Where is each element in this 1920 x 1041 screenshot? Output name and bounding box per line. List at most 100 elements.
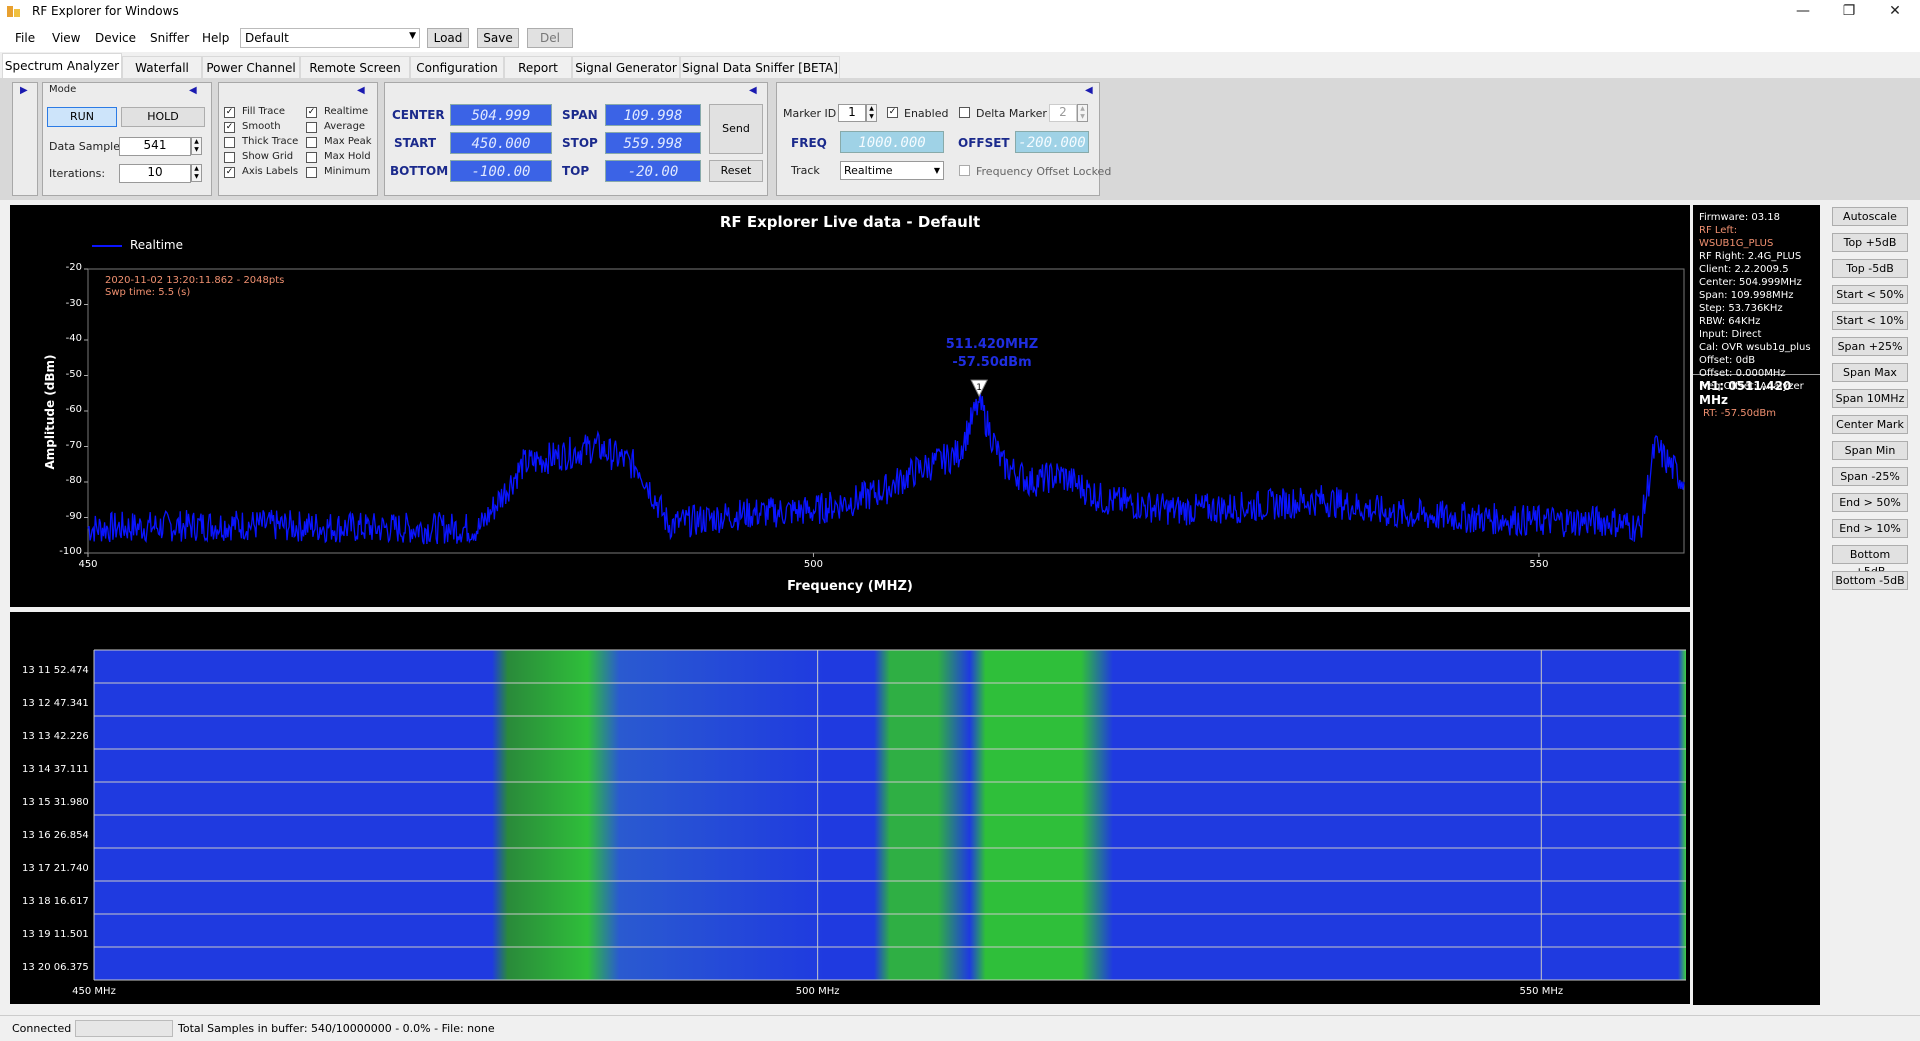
y-tick-label: -60 — [65, 404, 82, 415]
y-tick-label: -70 — [65, 439, 82, 451]
side-button[interactable]: Bottom -5dB — [1832, 571, 1908, 590]
side-button[interactable]: Autoscale — [1832, 207, 1908, 226]
waterfall-plot[interactable]: 13 11 52.474 13 12 47.341 13 13 42.226 13 1… — [10, 612, 1690, 1004]
expand-right-icon[interactable]: ▶ — [20, 85, 28, 96]
side-button[interactable]: Top +5dB — [1832, 233, 1908, 252]
track-select[interactable]: Realtime ▼ — [840, 161, 944, 180]
x-tick-label: 500 — [803, 559, 823, 570]
side-button[interactable]: Span 10MHz — [1832, 389, 1908, 408]
firmware-text: Firmware: 03.18 — [1699, 212, 1781, 223]
collapse-left-icon[interactable]: ◀ — [357, 85, 365, 96]
delta-marker-spinner[interactable]: ▲ ▼ — [1077, 104, 1088, 122]
trace-option-checkbox[interactable] — [224, 137, 235, 148]
tab-signal-generator[interactable]: Signal Generator — [572, 56, 680, 78]
start-label: START — [394, 136, 437, 150]
waterfall-time-label: 13 14 37.111 — [22, 763, 89, 775]
y-tick-label: -50 — [65, 368, 82, 380]
trace-option-label: Realtime — [324, 106, 369, 117]
trace-option-checkbox[interactable]: ✓ — [224, 167, 235, 178]
stop-label: STOP — [562, 136, 598, 150]
span-value[interactable]: 109.998 — [605, 104, 701, 126]
start-value[interactable]: 450.000 — [450, 132, 552, 154]
tab-signal-data-sniffer[interactable]: Signal Data Sniffer [BETA] — [680, 56, 840, 78]
cal-text: Cal: OVR wsub1g_plus — [1699, 342, 1811, 353]
profile-select[interactable]: Default ▼ — [240, 28, 420, 48]
delta-marker-id-input[interactable]: 2 — [1049, 104, 1077, 122]
side-button[interactable]: Span +25% — [1832, 337, 1908, 356]
trace-option-checkbox[interactable] — [306, 122, 317, 133]
collapse-left-icon[interactable]: ◀ — [749, 85, 757, 96]
marker-id-spinner[interactable]: ▲ ▼ — [866, 104, 877, 122]
side-button[interactable]: Start < 50% — [1832, 285, 1908, 304]
data-sample-spinner[interactable]: ▲ ▼ — [191, 137, 202, 155]
tab-spectrum-analyzer[interactable]: Spectrum Analyzer — [2, 53, 122, 79]
enabled-checkbox[interactable]: ✓ — [887, 107, 898, 118]
collapse-left-icon[interactable]: ◀ — [1085, 85, 1093, 96]
menu-help[interactable]: Help — [202, 31, 229, 45]
collapse-left-icon[interactable]: ◀ — [189, 85, 197, 96]
save-button[interactable]: Save — [477, 28, 519, 48]
menu-device[interactable]: Device — [95, 31, 136, 45]
legend-label: Realtime — [130, 238, 183, 252]
trace-option-checkbox[interactable]: ✓ — [224, 107, 235, 118]
trace-option-label: Show Grid — [242, 151, 294, 162]
delta-marker-checkbox[interactable] — [959, 107, 970, 118]
iterations-spinner[interactable]: ▲ ▼ — [191, 164, 202, 182]
reset-button[interactable]: Reset — [709, 160, 763, 182]
waterfall-time-label: 13 20 06.375 — [22, 961, 89, 973]
menu-file[interactable]: File — [15, 31, 35, 45]
side-button[interactable]: Start < 10% — [1832, 311, 1908, 330]
trace-option-checkbox[interactable] — [306, 152, 317, 163]
side-button[interactable]: End > 50% — [1832, 493, 1908, 512]
marker-id-input[interactable]: 1 — [838, 104, 866, 122]
bottom-value[interactable]: -100.00 — [450, 160, 552, 182]
data-sample-input[interactable]: 541 — [119, 137, 191, 156]
side-button[interactable]: Top -5dB — [1832, 259, 1908, 278]
side-button[interactable]: Span Max — [1832, 363, 1908, 382]
stop-value[interactable]: 559.998 — [605, 132, 701, 154]
tab-remote-screen[interactable]: Remote Screen — [300, 56, 410, 78]
trace-option-checkbox[interactable] — [224, 152, 235, 163]
trace-option-checkbox[interactable]: ✓ — [224, 122, 235, 133]
minimize-button[interactable]: — — [1780, 0, 1826, 24]
hold-button[interactable]: HOLD — [121, 107, 205, 127]
run-button[interactable]: RUN — [47, 107, 117, 127]
rf-left-text: RF Left: WSUB1G_PLUS — [1699, 225, 1774, 249]
frequency-offset-locked-label: Frequency Offset Locked — [976, 165, 1112, 178]
side-button[interactable]: Span -25% — [1832, 467, 1908, 486]
side-button[interactable]: Bottom +5dB — [1832, 545, 1908, 578]
side-button[interactable]: Span Min — [1832, 441, 1908, 460]
y-tick-label: -20 — [65, 262, 82, 273]
frequency-offset-locked-checkbox[interactable] — [959, 165, 970, 176]
load-button[interactable]: Load — [427, 28, 469, 48]
y-tick-label: -40 — [65, 333, 82, 344]
tab-waterfall[interactable]: Waterfall — [122, 56, 202, 78]
side-button[interactable]: End > 10% — [1832, 519, 1908, 538]
menu-sniffer[interactable]: Sniffer — [150, 31, 189, 45]
top-value[interactable]: -20.00 — [605, 160, 701, 182]
center-value[interactable]: 504.999 — [450, 104, 552, 126]
iterations-input[interactable]: 10 — [119, 164, 191, 183]
waterfall-x-label: 500 MHz — [795, 986, 840, 997]
trace-option-checkbox[interactable] — [306, 167, 317, 178]
offset-value[interactable]: -200.000 — [1015, 131, 1089, 153]
marker-number: 1 — [976, 383, 982, 393]
track-select-value: Realtime — [844, 164, 893, 177]
spectrum-plot[interactable]: 1 RF Explorer Live data - Default Realti… — [10, 205, 1690, 607]
close-button[interactable]: ✕ — [1872, 0, 1918, 24]
side-button[interactable]: Center Mark — [1832, 415, 1908, 434]
waterfall-time-label: 13 11 52.474 — [22, 664, 89, 676]
tab-report[interactable]: Report — [504, 56, 572, 78]
trace-option-checkbox[interactable]: ✓ — [306, 107, 317, 118]
trace-option-checkbox[interactable] — [306, 137, 317, 148]
tab-power-channel[interactable]: Power Channel — [202, 56, 300, 78]
delete-button[interactable]: Del — [527, 28, 573, 48]
marker-freq-value[interactable]: 1000.000 — [840, 131, 944, 153]
realtime-trace — [87, 389, 1685, 545]
marker-freq-annotation: 511.420MHZ — [945, 337, 1039, 352]
y-tick-label: -100 — [59, 546, 82, 557]
send-button[interactable]: Send — [709, 104, 763, 154]
menu-view[interactable]: View — [52, 31, 80, 45]
tab-configuration[interactable]: Configuration — [410, 56, 504, 78]
maximize-button[interactable]: ❐ — [1826, 0, 1872, 24]
